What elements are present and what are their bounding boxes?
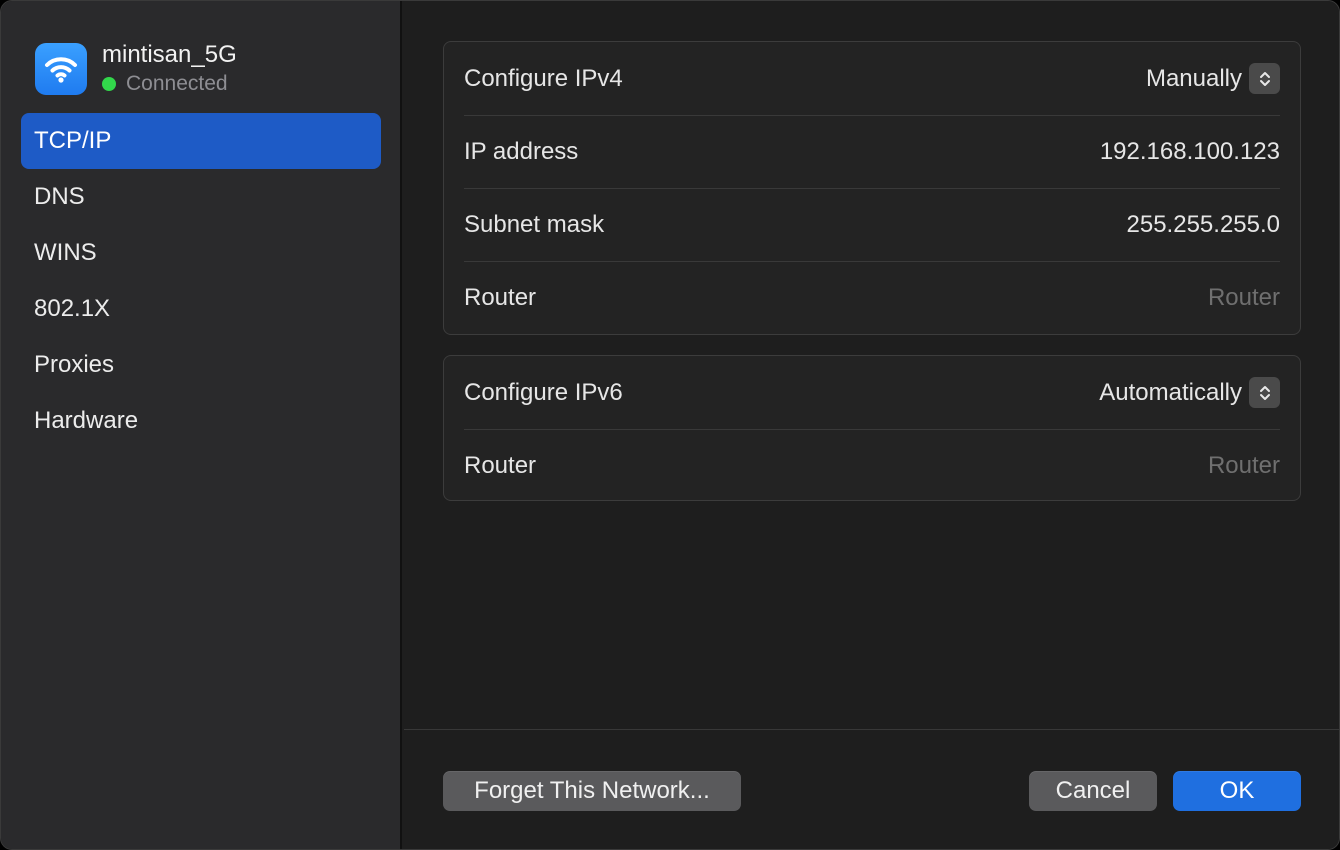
sidebar-item-hardware[interactable]: Hardware <box>21 393 381 449</box>
ipv6-router-label: Router <box>464 452 537 479</box>
configure-ipv6-popup[interactable]: Automatically <box>1099 377 1280 408</box>
ipv6-group: Configure IPv6 Automatically Router Rout… <box>443 355 1301 501</box>
ok-button[interactable]: OK <box>1173 771 1301 811</box>
sidebar-item-tcpip[interactable]: TCP/IP <box>21 113 381 169</box>
sidebar-item-dns[interactable]: DNS <box>21 169 381 225</box>
ipv4-router-field[interactable]: Router <box>1208 284 1280 312</box>
network-status: Connected <box>102 71 237 97</box>
sidebar-item-label: WINS <box>34 239 97 266</box>
footer-divider <box>404 729 1339 730</box>
wifi-icon <box>35 43 87 95</box>
ipv6-router-value: Router <box>1207 452 1280 479</box>
chevron-up-down-icon <box>1249 377 1280 408</box>
ipv6-router-row: Router Router <box>464 429 1280 502</box>
forget-network-button[interactable]: Forget This Network... <box>443 771 741 811</box>
sidebar-item-label: 802.1X <box>34 295 111 322</box>
network-header: mintisan_5G Connected <box>35 41 237 97</box>
ip-address-field[interactable]: 192.168.100.123 <box>1100 138 1280 166</box>
network-details-window: mintisan_5G Connected TCP/IP DNS WINS 80… <box>0 0 1340 850</box>
main-panel: Configure IPv4 Manually IP address 192.1… <box>404 1 1339 849</box>
sidebar-item-proxies[interactable]: Proxies <box>21 337 381 393</box>
configure-ipv4-row: Configure IPv4 Manually <box>464 42 1280 115</box>
configure-ipv6-value: Automatically <box>1099 378 1242 406</box>
sidebar-item-label: DNS <box>34 183 85 210</box>
sidebar-item-wins[interactable]: WINS <box>21 225 381 281</box>
configure-ipv4-label: Configure IPv4 <box>464 64 623 92</box>
subnet-mask-row: Subnet mask 255.255.255.0 <box>464 188 1280 261</box>
network-name: mintisan_5G <box>102 41 237 68</box>
ip-address-label: IP address <box>464 138 579 165</box>
subnet-mask-label: Subnet mask <box>464 211 605 238</box>
chevron-up-down-icon <box>1249 63 1280 94</box>
ipv4-router-label: Router <box>464 284 537 311</box>
sidebar-nav: TCP/IP DNS WINS 802.1X Proxies Hardware <box>21 113 381 449</box>
cancel-button[interactable]: Cancel <box>1029 771 1157 811</box>
sidebar-item-label: Proxies <box>34 351 115 378</box>
status-dot-icon <box>102 77 116 91</box>
subnet-mask-field[interactable]: 255.255.255.0 <box>1127 211 1280 239</box>
sidebar-item-label: Hardware <box>34 407 139 434</box>
ipv4-router-row: Router Router <box>464 261 1280 334</box>
ipv4-group: Configure IPv4 Manually IP address 192.1… <box>443 41 1301 335</box>
sidebar: mintisan_5G Connected TCP/IP DNS WINS 80… <box>1 1 402 849</box>
sidebar-item-label: TCP/IP <box>34 127 112 154</box>
sidebar-item-8021x[interactable]: 802.1X <box>21 281 381 337</box>
configure-ipv6-label: Configure IPv6 <box>464 378 623 406</box>
configure-ipv4-popup[interactable]: Manually <box>1146 63 1280 94</box>
status-text: Connected <box>126 72 228 95</box>
ip-address-row: IP address 192.168.100.123 <box>464 115 1280 188</box>
configure-ipv6-row: Configure IPv6 Automatically <box>464 356 1280 429</box>
configure-ipv4-value: Manually <box>1145 64 1242 92</box>
